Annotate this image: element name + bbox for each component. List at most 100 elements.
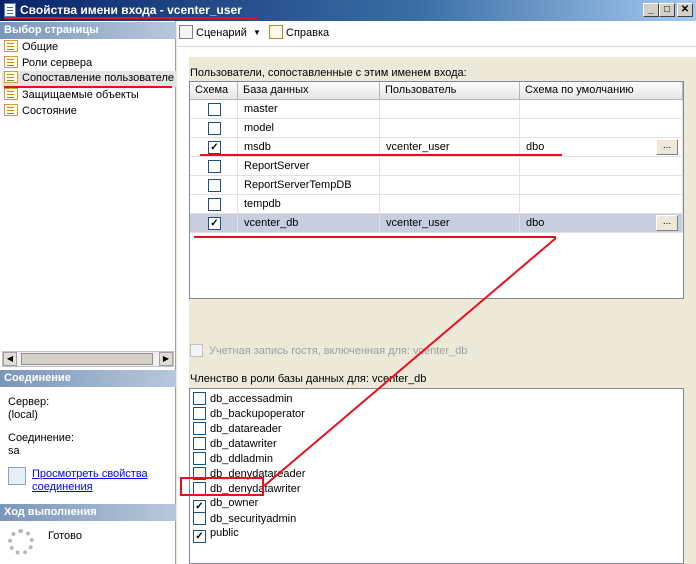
map-checkbox[interactable]: ✓ <box>208 141 221 154</box>
page-item-user-mapping[interactable]: Сопоставление пользователе <box>2 71 176 87</box>
mapping-grid-label: Пользователи, сопоставленные с этим имен… <box>190 67 467 79</box>
user-cell[interactable]: vcenter_user <box>380 214 520 233</box>
table-row[interactable]: master <box>190 100 683 119</box>
map-cell <box>190 195 238 214</box>
close-button[interactable]: ✕ <box>677 3 693 17</box>
table-row[interactable]: tempdb <box>190 195 683 214</box>
left-panel: Выбор страницы Общие Роли сервера Сопост… <box>0 21 176 564</box>
role-checkbox[interactable] <box>193 422 206 435</box>
default-schema-cell[interactable]: dbo... <box>520 214 683 233</box>
map-cell <box>190 157 238 176</box>
map-checkbox[interactable]: ✓ <box>208 217 221 230</box>
role-label: db_ddladmin <box>210 453 273 465</box>
column-header-default-schema[interactable]: Схема по умолчанию <box>520 82 683 100</box>
minimize-button[interactable]: _ <box>643 3 659 17</box>
database-cell[interactable]: model <box>238 119 380 138</box>
table-row[interactable]: ReportServer <box>190 157 683 176</box>
map-cell <box>190 119 238 138</box>
user-cell[interactable] <box>380 119 520 138</box>
database-cell[interactable]: ReportServerTempDB <box>238 176 380 195</box>
database-cell[interactable]: master <box>238 100 380 119</box>
page-icon <box>4 40 18 52</box>
database-cell[interactable]: vcenter_db <box>238 214 380 233</box>
user-cell[interactable] <box>380 157 520 176</box>
window-icon <box>4 3 16 17</box>
map-cell <box>190 176 238 195</box>
scroll-right-arrow-icon[interactable]: ▶ <box>159 352 173 366</box>
role-item[interactable]: ✓ public <box>193 527 239 543</box>
role-item[interactable]: db_ddladmin <box>193 452 273 467</box>
view-connection-properties-link[interactable]: Просмотреть свойства соединения <box>32 468 162 494</box>
page-icon <box>4 56 18 68</box>
user-cell[interactable] <box>380 176 520 195</box>
scroll-thumb[interactable] <box>21 353 153 365</box>
user-cell[interactable] <box>380 100 520 119</box>
maximize-button[interactable]: □ <box>659 3 675 17</box>
default-schema-cell[interactable] <box>520 195 683 214</box>
column-header-user[interactable]: Пользователь <box>380 82 520 100</box>
guest-account-checkbox: Учетная запись гостя, включенная для: vc… <box>190 344 467 357</box>
column-header-database[interactable]: База данных <box>238 82 380 100</box>
role-checkbox[interactable] <box>193 392 206 405</box>
role-item[interactable]: db_datareader <box>193 422 282 437</box>
toolbar: Сценарий ▼ Справка <box>177 21 696 47</box>
content-area: Пользователи, сопоставленные с этим имен… <box>189 57 696 564</box>
dropdown-arrow-icon[interactable]: ▼ <box>253 25 261 43</box>
progress-header: Ход выполнения <box>0 504 176 521</box>
map-checkbox[interactable] <box>208 103 221 116</box>
role-item[interactable]: db_datawriter <box>193 437 277 452</box>
default-schema-cell[interactable] <box>520 119 683 138</box>
role-checkbox[interactable]: ✓ <box>193 530 206 543</box>
role-item[interactable]: db_accessadmin <box>193 392 293 407</box>
database-cell[interactable]: tempdb <box>238 195 380 214</box>
default-schema-cell[interactable] <box>520 176 683 195</box>
window-title: Свойства имени входа - vcenter_user <box>20 3 242 17</box>
page-item-server-roles[interactable]: Роли сервера <box>4 56 92 72</box>
annotation-underline-mapping-page <box>4 86 172 88</box>
page-icon <box>4 71 18 83</box>
left-horizontal-scrollbar[interactable]: ◀ ▶ <box>2 351 174 367</box>
roles-label: Членство в роли базы данных для: vcenter… <box>190 373 427 385</box>
server-value: (local) <box>8 409 38 421</box>
map-checkbox[interactable] <box>208 122 221 135</box>
role-label: db_owner <box>210 497 259 509</box>
scroll-left-arrow-icon[interactable]: ◀ <box>3 352 17 366</box>
role-checkbox[interactable] <box>193 452 206 465</box>
role-label: db_accessadmin <box>210 393 293 405</box>
connection-value: sa <box>8 445 20 457</box>
connection-header: Соединение <box>0 370 176 387</box>
default-schema-cell[interactable] <box>520 157 683 176</box>
map-checkbox[interactable] <box>208 198 221 211</box>
table-row[interactable]: ✓ vcenter_db vcenter_user dbo... <box>190 214 683 233</box>
help-button[interactable]: Справка <box>269 25 329 43</box>
page-icon <box>4 104 18 116</box>
role-label: db_backupoperator <box>210 408 305 420</box>
column-header-schema[interactable]: Схема <box>190 82 238 100</box>
role-item[interactable]: db_backupoperator <box>193 407 305 422</box>
table-row[interactable]: model <box>190 119 683 138</box>
annotation-underline-msdb-row <box>200 154 562 156</box>
page-item-securables[interactable]: Защищаемые объекты <box>4 88 139 104</box>
role-checkbox[interactable] <box>193 407 206 420</box>
user-cell[interactable] <box>380 195 520 214</box>
browse-schema-button[interactable]: ... <box>656 215 678 231</box>
page-item-general[interactable]: Общие <box>4 40 58 56</box>
database-cell[interactable]: ReportServer <box>238 157 380 176</box>
help-icon <box>269 25 283 39</box>
role-item[interactable]: ✓ db_owner <box>193 497 259 513</box>
role-label: db_datareader <box>210 423 282 435</box>
role-label: db_datawriter <box>210 438 277 450</box>
map-checkbox[interactable] <box>208 160 221 173</box>
browse-schema-button[interactable]: ... <box>656 139 678 155</box>
script-button[interactable]: Сценарий <box>179 25 247 43</box>
role-checkbox[interactable] <box>193 437 206 450</box>
progress-status: Готово <box>48 530 82 542</box>
page-item-status[interactable]: Состояние <box>4 104 77 120</box>
role-item[interactable]: db_securityadmin <box>193 512 296 527</box>
map-cell <box>190 100 238 119</box>
default-schema-cell[interactable] <box>520 100 683 119</box>
table-row[interactable]: ReportServerTempDB <box>190 176 683 195</box>
role-checkbox[interactable] <box>193 512 206 525</box>
map-checkbox[interactable] <box>208 179 221 192</box>
connection-properties-icon <box>8 467 26 485</box>
